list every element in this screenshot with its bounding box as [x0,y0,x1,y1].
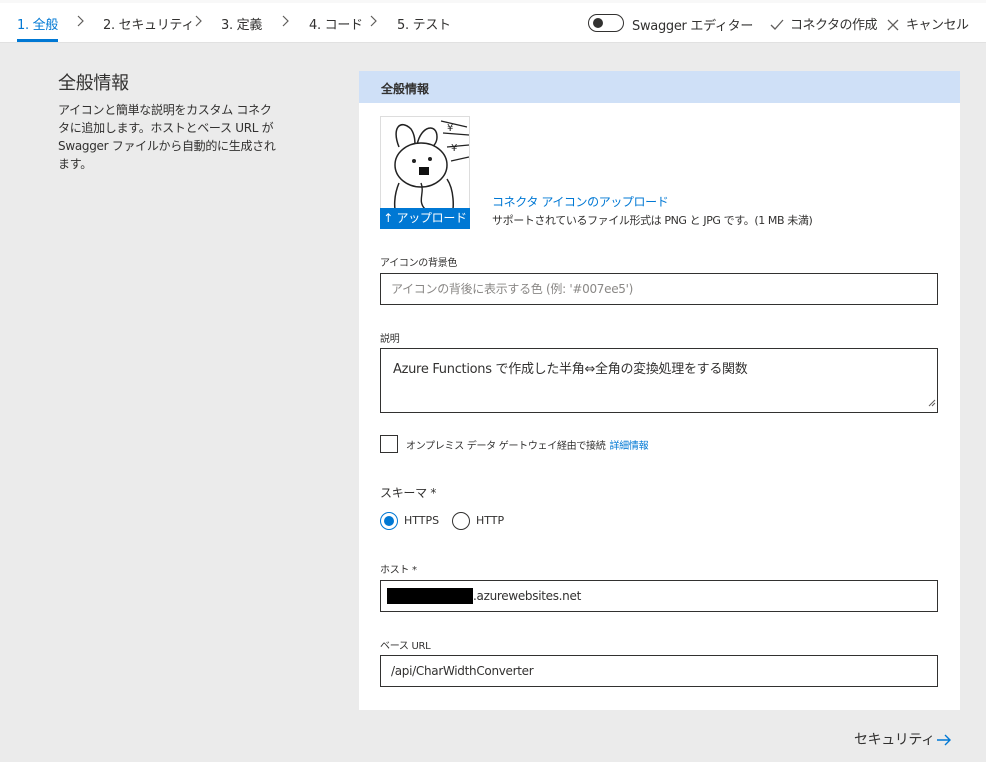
host-value: .azurewebsites.net [473,589,581,603]
host-label: ホスト * [380,565,417,576]
more-info-link[interactable]: 詳細情報 [609,441,648,452]
rabbit-illustration-icon: ¥ ¥ [381,117,469,210]
toggle-knob [593,18,603,28]
base-url-label: ベース URL [380,641,431,652]
general-info-card: 全般情報 ¥ ¥ ↑ アップロード コネクタ アイコンのアップロード サポートさ… [359,71,960,710]
upload-icon-link[interactable]: コネクタ アイコンのアップロード [492,193,669,210]
arrow-right-icon[interactable] [936,732,952,751]
schema-http-label: HTTP [476,514,505,527]
host-input[interactable]: .azurewebsites.net [380,580,938,612]
step-security[interactable]: 2. セキュリティ [103,14,194,33]
description-text: Azure Functions で作成した半角⇔全角の変換処理をする関数 [393,362,748,377]
description-label: 説明 [380,334,400,345]
schema-label: スキーマ * [380,486,437,500]
gateway-checkbox[interactable] [380,435,398,453]
gateway-checkbox-label: オンプレミス データ ゲートウェイ経由で接続 詳細情報 [406,437,649,452]
swagger-editor-toggle[interactable] [588,14,624,32]
step-code[interactable]: 4. コード [309,14,363,33]
redacted-hostname [387,587,473,604]
next-security-button[interactable]: セキュリティ [854,729,935,749]
chevron-right-icon [194,14,204,28]
upload-format-note: サポートされているファイル形式は PNG と JPG です。(1 MB 未満) [492,214,813,227]
card-header: 全般情報 [359,71,960,103]
section-description: アイコンと簡単な説明をカスタム コネクタに追加します。ホストとベース URL が… [58,103,276,171]
schema-https-radio[interactable] [380,512,398,530]
chevron-right-icon [369,14,379,28]
create-connector-button[interactable]: コネクタの作成 [790,14,877,33]
icon-background-input[interactable]: アイコンの背後に表示する色 (例: '#007ee5') [380,273,938,305]
description-textarea[interactable]: Azure Functions で作成した半角⇔全角の変換処理をする関数 [380,348,938,413]
close-icon [887,16,899,35]
check-icon [770,16,784,35]
resize-grip-icon[interactable] [928,396,936,411]
gateway-label-text: オンプレミス データ ゲートウェイ経由で接続 [406,441,606,452]
card-header-title: 全般情報 [381,82,430,96]
svg-text:¥: ¥ [451,143,457,154]
section-title: 全般情報 [58,73,129,94]
svg-text:¥: ¥ [447,123,453,134]
topbar-divider [0,0,986,3]
step-general[interactable]: 1. 全般 [17,14,58,33]
schema-http-radio[interactable] [452,512,470,530]
schema-https-label: HTTPS [404,514,440,527]
active-step-indicator [17,39,58,42]
cancel-button[interactable]: キャンセル [906,14,969,33]
chevron-right-icon [281,14,291,28]
radio-selected-dot [384,516,394,526]
upload-button[interactable]: ↑ アップロード [380,208,470,229]
chevron-right-icon [76,14,86,28]
swagger-editor-label: Swagger エディター [632,19,754,34]
icon-background-label: アイコンの背景色 [380,258,458,269]
step-definition[interactable]: 3. 定義 [221,14,262,33]
wizard-topbar: 1. 全般 2. セキュリティ 3. 定義 4. コード 5. テスト Swag… [0,0,986,43]
step-test[interactable]: 5. テスト [397,14,451,33]
base-url-input[interactable]: /api/CharWidthConverter [380,655,938,687]
